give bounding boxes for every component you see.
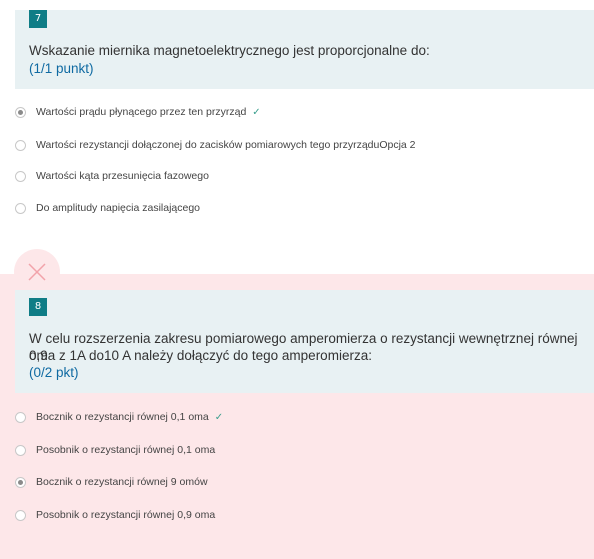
radio-button[interactable] — [15, 444, 26, 456]
question-number-badge: 7 — [29, 10, 47, 28]
option-8-4[interactable]: Posobnik o rezystancji równej 0,9 oma — [15, 507, 215, 523]
incorrect-status-badge — [14, 249, 60, 295]
radio-button[interactable] — [15, 139, 26, 151]
check-icon: ✓ — [214, 411, 224, 423]
close-icon — [28, 263, 46, 281]
option-7-4[interactable]: Do amplitudy napięcia zasilającego — [15, 200, 200, 216]
option-8-2[interactable]: Posobnik o rezystancji równej 0,1 oma — [15, 442, 215, 458]
question-points: (1/1 punkt) — [29, 61, 94, 76]
option-label: Bocznik o rezystancji równej 9 omów — [36, 476, 208, 488]
option-8-3[interactable]: Bocznik o rezystancji równej 9 omów — [15, 474, 208, 490]
question-text: Wskazanie miernika magnetoelektrycznego … — [29, 43, 430, 58]
option-7-3[interactable]: Wartości kąta przesunięcia fazowego — [15, 168, 209, 184]
question-text-line-2: oma z 1A do10 A należy dołączyć do tego … — [29, 348, 372, 363]
radio-button[interactable] — [15, 170, 26, 182]
option-label: Posobnik o rezystancji równej 0,1 oma — [36, 444, 216, 456]
option-label: Wartości prądu płynącego przez ten przyr… — [36, 106, 247, 118]
option-label: Bocznik o rezystancji równej 0,1 oma — [36, 411, 209, 423]
radio-button[interactable] — [15, 202, 26, 214]
radio-button[interactable] — [15, 411, 26, 423]
radio-button[interactable] — [15, 106, 26, 118]
option-label: Do amplitudy napięcia zasilającego — [36, 202, 201, 214]
option-label: Posobnik o rezystancji równej 0,9 oma — [36, 509, 216, 521]
check-icon: ✓ — [252, 106, 261, 118]
option-label: Wartości rezystancji dołączonej do zacis… — [36, 139, 416, 151]
radio-button[interactable] — [15, 509, 26, 521]
option-7-1[interactable]: Wartości prądu płynącego przez ten przyr… — [15, 104, 261, 120]
option-7-2[interactable]: Wartości rezystancji dołączonej do zacis… — [15, 137, 416, 153]
question-number-badge: 8 — [29, 298, 47, 316]
question-8-header: 8 W celu rozszerzenia zakresu pomiaroweg… — [15, 290, 594, 393]
question-7-header: 7 Wskazanie miernika magnetoelektryczneg… — [15, 10, 594, 89]
radio-button[interactable] — [15, 476, 26, 488]
question-points: (0/2 pkt) — [29, 365, 79, 380]
option-label: Wartości kąta przesunięcia fazowego — [36, 170, 209, 182]
option-8-1[interactable]: Bocznik o rezystancji równej 0,1 oma ✓ — [15, 409, 223, 425]
